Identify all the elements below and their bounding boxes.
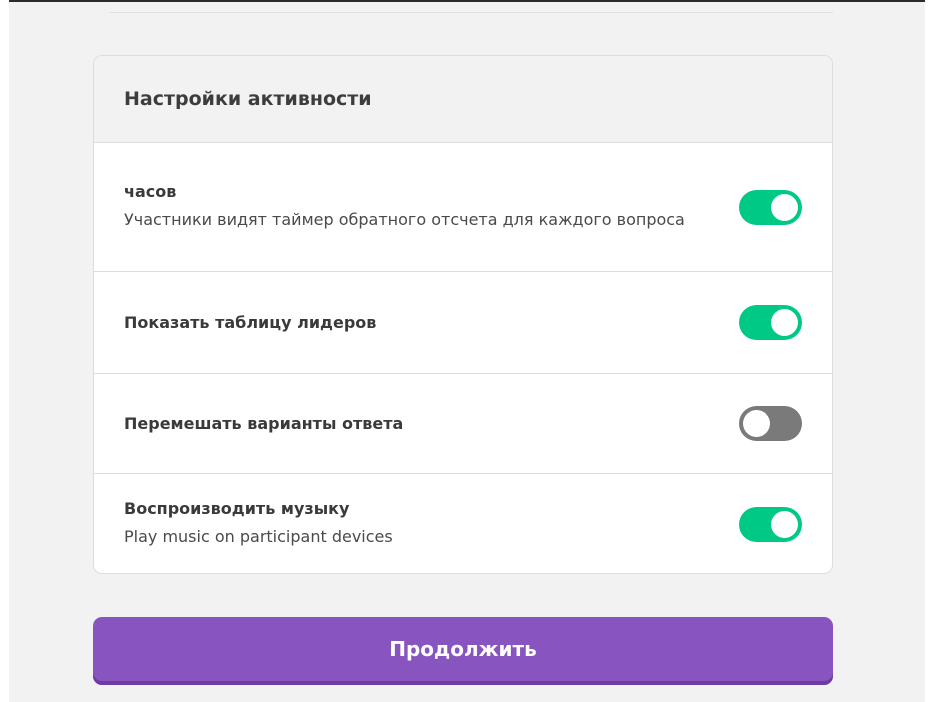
toggle-knob xyxy=(771,510,798,538)
continue-button[interactable]: Продолжить xyxy=(93,617,833,685)
setting-row-music: Воспроизводить музыку Play music on part… xyxy=(94,474,832,573)
activity-settings-panel: Настройки активности часов Участники вид… xyxy=(93,55,833,574)
shuffle-answers-toggle[interactable] xyxy=(739,406,802,441)
setting-text: Показать таблицу лидеров xyxy=(124,312,739,334)
setting-title: часов xyxy=(124,182,177,201)
divider xyxy=(109,12,833,13)
setting-text: Воспроизводить музыку Play music on part… xyxy=(124,498,739,550)
setting-row-shuffle-answers: Перемешать варианты ответа xyxy=(94,374,832,474)
setting-title: Воспроизводить музыку xyxy=(124,499,350,518)
setting-description: Участники видят таймер обратного отсчета… xyxy=(124,210,685,229)
setting-text: часов Участники видят таймер обратного о… xyxy=(124,181,739,233)
leaderboard-toggle[interactable] xyxy=(739,305,802,340)
setting-row-timer: часов Участники видят таймер обратного о… xyxy=(94,143,832,272)
panel-title: Настройки активности xyxy=(124,88,372,110)
settings-screen: Настройки активности часов Участники вид… xyxy=(9,0,925,702)
toggle-knob xyxy=(771,193,798,221)
toggle-knob xyxy=(771,309,798,336)
setting-description: Play music on participant devices xyxy=(124,527,393,546)
setting-text: Перемешать варианты ответа xyxy=(124,413,739,435)
music-toggle[interactable] xyxy=(739,506,802,542)
panel-header: Настройки активности xyxy=(94,56,832,143)
timer-toggle[interactable] xyxy=(739,189,802,225)
toggle-knob xyxy=(743,410,770,437)
setting-title: Показать таблицу лидеров xyxy=(124,312,377,332)
setting-title: Перемешать варианты ответа xyxy=(124,413,404,433)
setting-row-leaderboard: Показать таблицу лидеров xyxy=(94,272,832,374)
